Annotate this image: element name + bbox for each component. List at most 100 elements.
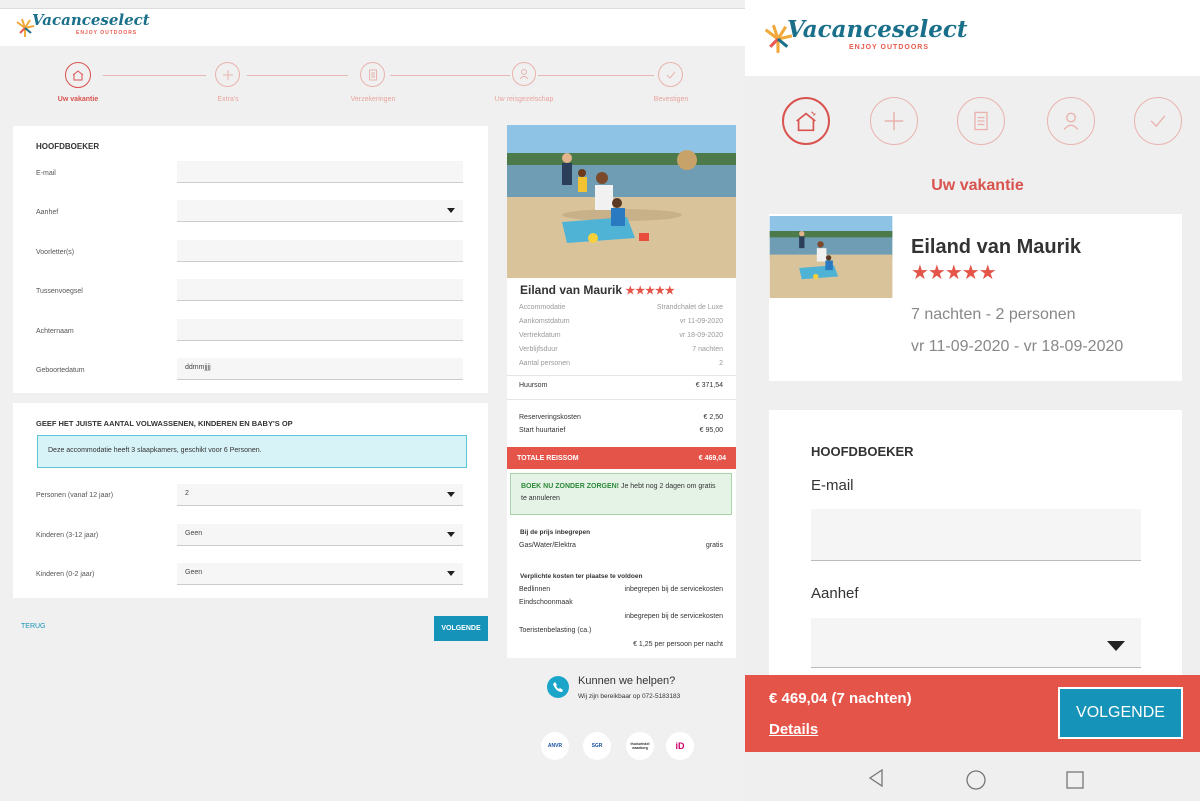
voorletters-field[interactable] [177, 240, 463, 262]
geboortedatum-field[interactable]: ddmmjjjj [177, 358, 463, 380]
detail-label: Verblijfsduur [519, 346, 558, 353]
help-section: Kunnen we helpen? Wij zijn bereikbaar op… [547, 674, 737, 706]
total-bar: TOTALE REISSOM € 469,04 [507, 447, 736, 469]
step-uw-vakantie[interactable] [65, 62, 91, 88]
geboortedatum-label: Geboortedatum [36, 367, 85, 374]
chevron-down-icon [447, 208, 455, 213]
email-label: E-mail [36, 170, 56, 177]
achternaam-field[interactable] [177, 319, 463, 341]
ideal-logo: iD [666, 732, 694, 760]
person-icon [519, 69, 529, 80]
anvr-logo: ANVR [541, 732, 569, 760]
tussenvoegsel-label: Tussenvoegsel [36, 288, 83, 295]
document-icon [368, 69, 377, 80]
back-icon[interactable] [867, 768, 885, 788]
step-verzekeringen[interactable] [360, 62, 385, 87]
accommodation-info: Deze accommodatie heeft 3 slaapkamers, g… [37, 435, 467, 468]
park-name: Eiland van Maurik ★★★★★ [520, 283, 675, 297]
mobile-step-bevestigen[interactable] [1134, 97, 1182, 145]
back-link[interactable]: TERUG [21, 623, 46, 630]
total-value: € 469,04 [698, 454, 726, 462]
email-field[interactable] [177, 161, 463, 183]
plus-icon [884, 111, 904, 131]
header: Vacanceselect ENJOY OUTDOORS [0, 8, 745, 46]
mobile-brand-tagline: ENJOY OUTDOORS [849, 44, 929, 51]
mobile-logo[interactable]: Vacanceselect ENJOY OUTDOORS [761, 12, 968, 62]
android-nav-bar [745, 752, 1200, 801]
mobile-park-name: Eiland van Maurik [911, 236, 1082, 258]
detail-value: Strandchalet de Luxe [656, 304, 723, 311]
phone-icon[interactable] [547, 676, 569, 698]
mobile-email-label: E-mail [811, 477, 854, 494]
total-label: TOTALE REISSOM [517, 454, 579, 462]
bedlinnen-row: Bedlinnen inbegrepen bij de servicekosten [519, 586, 723, 593]
detail-label: Vertrekdatum [519, 332, 561, 339]
detail-row-verblijfsduur: Verblijfsduur 7 nachten [519, 346, 723, 353]
mobile-aanhef-select[interactable] [811, 618, 1141, 668]
help-text: Wij zijn bereikbaar op 072-5183183 [578, 693, 681, 700]
mobile-step-uw-vakantie[interactable] [782, 97, 830, 145]
next-button[interactable]: VOLGENDE [434, 616, 488, 641]
thuiswinkel-logo-text: thuiswinkel waarborg [630, 742, 650, 750]
step-label-reisgezelschap: Uw reisgezelschap [494, 96, 554, 103]
step-label-bevestigen: Bevestigen [653, 96, 689, 103]
aanhef-select[interactable] [177, 200, 463, 222]
tussenvoegsel-field[interactable] [177, 279, 463, 301]
mobile-aanhef-label: Aanhef [811, 585, 859, 602]
form-title: HOOFDBOEKER [36, 142, 100, 151]
detail-label: Aankomstdatum [519, 318, 570, 325]
detail-label: Accommodatie [519, 304, 566, 311]
detail-row-aankomstdatum: Aankomstdatum vr 11-09-2020 [519, 318, 723, 325]
mobile-step-verzekeringen[interactable] [957, 97, 1005, 145]
thuiswinkel-logo: thuiswinkel waarborg [626, 732, 654, 760]
step-bevestigen[interactable] [658, 62, 683, 87]
step-connector [390, 75, 510, 76]
reserveringskosten-row: Reserveringskosten € 2,50 [519, 414, 723, 421]
voorletters-label: Voorletter(s) [36, 249, 75, 256]
sgr-logo: SGR [583, 732, 611, 760]
beach-thumbnail [769, 216, 893, 298]
checkmark-icon [1150, 115, 1166, 128]
personen-label: Personen (vanaf 12 jaar) [36, 492, 114, 499]
personen-select[interactable]: 2 [177, 484, 463, 506]
eindschoonmaak-label: Eindschoonmaak [519, 599, 573, 606]
included-title: Bij de prijs inbegrepen [520, 529, 591, 536]
cost-value: € 2,50 [703, 414, 723, 421]
mobile-step-reisgezelschap[interactable] [1047, 97, 1095, 145]
hoofdboeker-card: HOOFDBOEKER E-mail Aanhef Voorletter(s) … [13, 126, 488, 393]
detail-value: 7 nachten [692, 346, 723, 353]
detail-row-aantal-personen: Aantal personen 2 [519, 360, 723, 367]
logo[interactable]: Vacanceselect ENJOY OUTDOORS [14, 11, 154, 43]
included-value: gratis [705, 542, 723, 549]
mandatory-label: Bedlinnen [519, 586, 551, 593]
house-icon [796, 111, 816, 132]
included-row: Gas/Water/Elektra gratis [519, 542, 723, 549]
step-label-extras: Extra's [217, 96, 239, 103]
footer-details-link[interactable]: Details [769, 721, 818, 738]
mobile-summary-card: Eiland van Maurik ★★★★★ 7 nachten - 2 pe… [769, 214, 1182, 381]
divider [507, 375, 736, 376]
step-reisgezelschap[interactable] [512, 62, 536, 86]
kinderen-0-2-select[interactable]: Geen [177, 563, 463, 585]
home-icon[interactable] [965, 769, 987, 791]
checkmark-icon [666, 71, 675, 79]
kinderen-3-12-select[interactable]: Geen [177, 524, 463, 546]
chevron-down-icon [447, 571, 455, 576]
house-icon [72, 70, 84, 81]
mobile-price-footer: € 469,04 (7 nachten) Details VOLGENDE [745, 675, 1200, 752]
footer-price: € 469,04 (7 nachten) [769, 690, 912, 707]
mobile-next-button[interactable]: VOLGENDE [1058, 687, 1183, 739]
kinderen-0-2-value: Geen [185, 569, 203, 576]
personen-value: 2 [185, 490, 189, 497]
document-icon [974, 111, 988, 131]
sgr-logo-text: SGR [591, 743, 603, 749]
mobile-hoofdboeker-card: HOOFDBOEKER E-mail Aanhef [769, 410, 1182, 690]
mobile-email-field[interactable] [811, 509, 1141, 561]
huursom-row: Huursom € 371,54 [519, 382, 723, 389]
aanhef-label: Aanhef [36, 209, 59, 216]
mobile-step-extras[interactable] [870, 97, 918, 145]
step-connector [247, 75, 348, 76]
step-connector [103, 75, 206, 76]
recents-icon[interactable] [1065, 770, 1085, 790]
step-extras[interactable] [215, 62, 240, 87]
